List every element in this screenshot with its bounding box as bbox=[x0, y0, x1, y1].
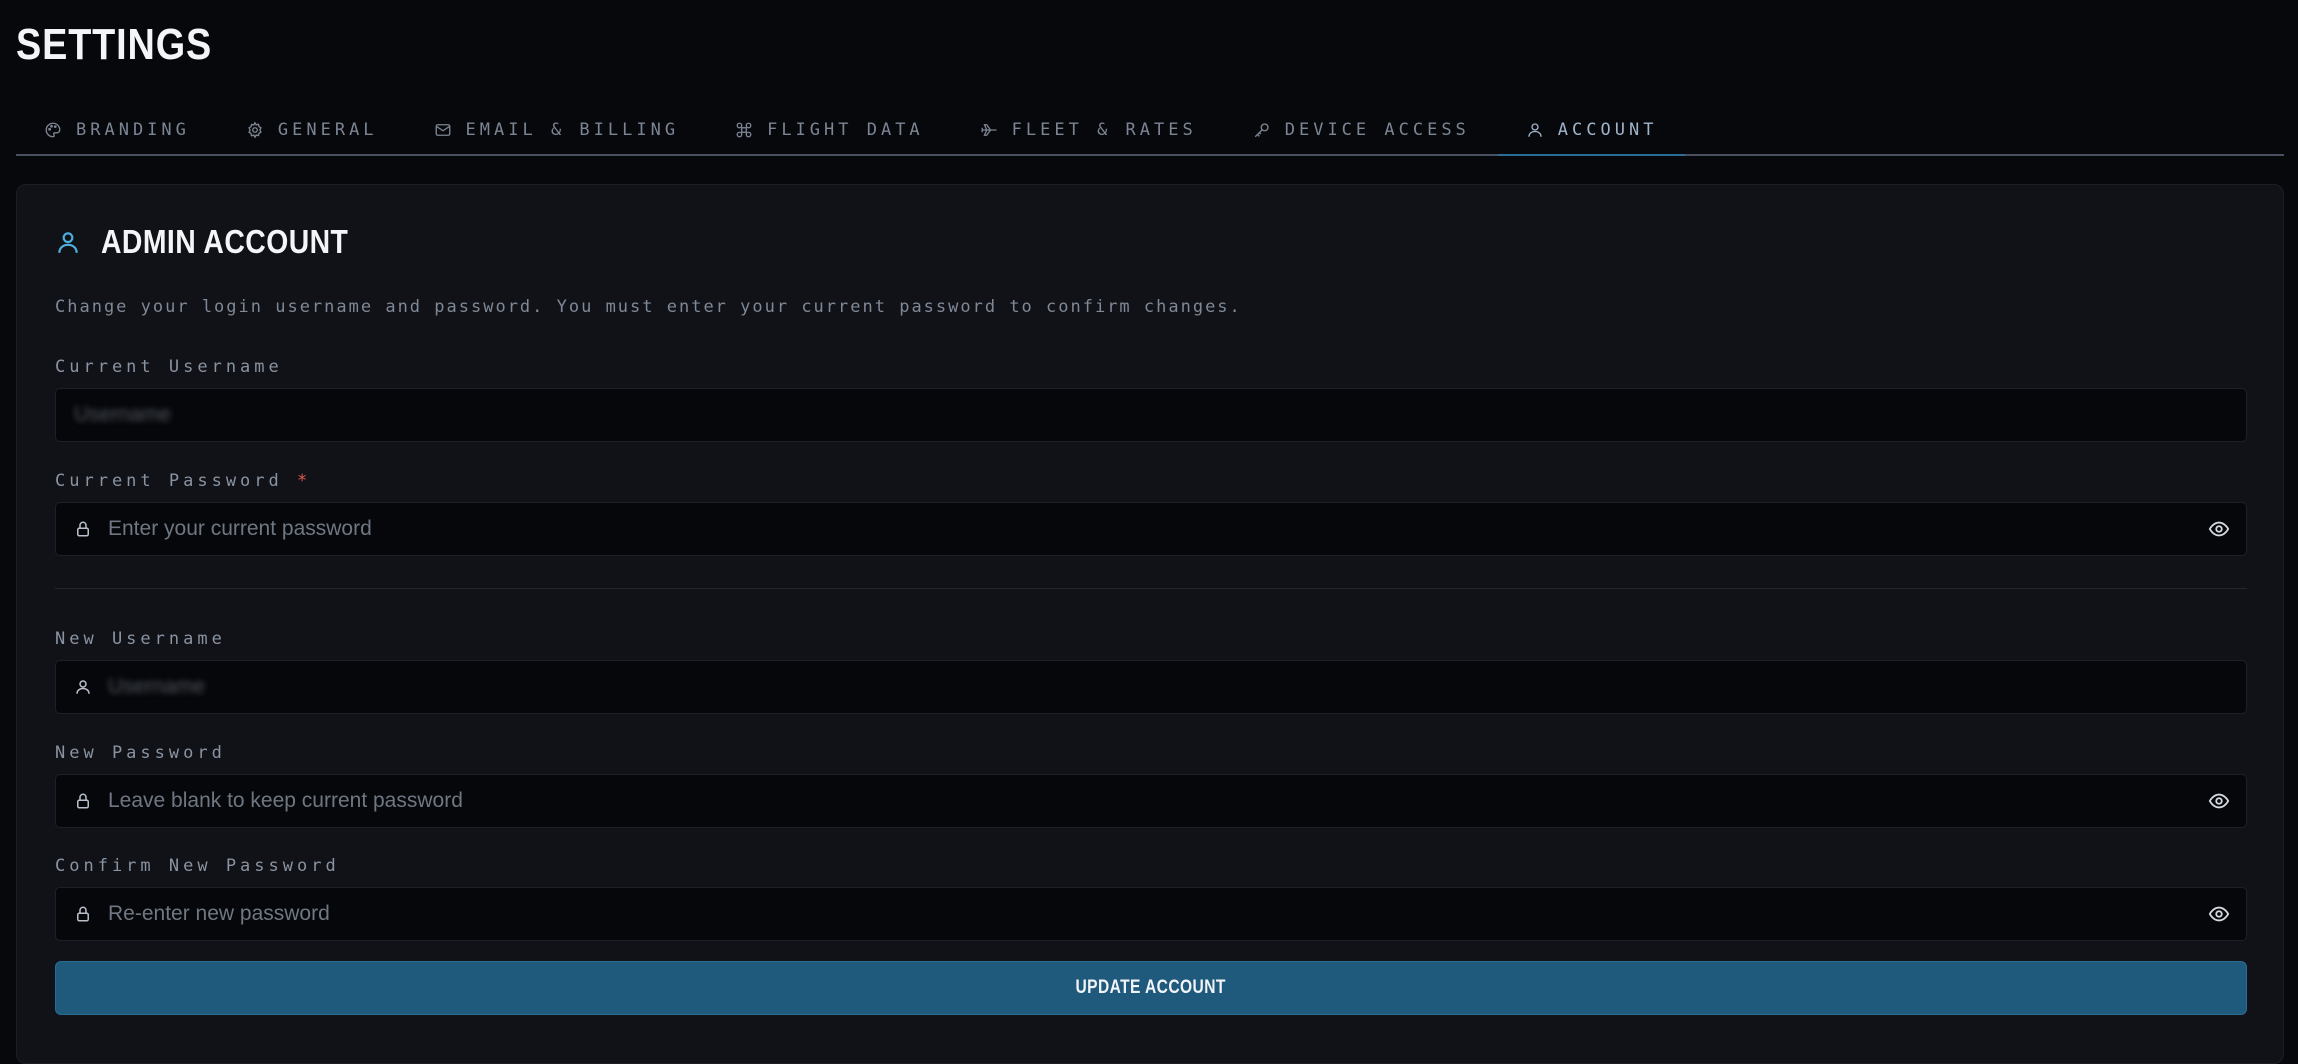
new-username-label: New Username bbox=[55, 629, 226, 649]
eye-icon[interactable] bbox=[2208, 790, 2230, 812]
tab-general[interactable]: GENERAL bbox=[218, 106, 406, 154]
confirm-password-field[interactable]: Re-enter new password bbox=[55, 887, 2247, 941]
current-password-label-text: Current Password bbox=[55, 471, 283, 491]
new-password-field[interactable]: Leave blank to keep current password bbox=[55, 774, 2247, 828]
current-username-field: Username bbox=[55, 388, 2247, 442]
confirm-password-placeholder: Re-enter new password bbox=[108, 902, 330, 925]
tab-label: EMAIL & BILLING bbox=[465, 120, 680, 140]
required-marker: * bbox=[297, 471, 312, 491]
tab-label: BRANDING bbox=[76, 120, 190, 140]
palette-icon bbox=[45, 122, 61, 138]
key-icon bbox=[1254, 123, 1269, 138]
panel-header: ADMIN ACCOUNT bbox=[55, 223, 389, 261]
confirm-password-label: Confirm New Password bbox=[55, 856, 340, 876]
user-icon bbox=[76, 680, 90, 694]
tab-label: ACCOUNT bbox=[1557, 120, 1658, 140]
page-title: SETTINGS bbox=[16, 20, 213, 69]
mail-icon bbox=[435, 124, 450, 136]
update-account-button[interactable]: UPDATE ACCOUNT bbox=[55, 961, 2247, 1015]
lock-icon bbox=[77, 906, 89, 922]
plane-icon bbox=[981, 124, 997, 136]
gear-icon bbox=[248, 121, 262, 139]
tab-flight-data[interactable]: FLIGHT DATA bbox=[707, 106, 952, 154]
new-password-label: New Password bbox=[55, 743, 226, 763]
new-username-value: Username bbox=[108, 675, 205, 698]
update-account-label: UPDATE ACCOUNT bbox=[1075, 977, 1227, 998]
current-username-label: Current Username bbox=[55, 357, 283, 377]
user-icon bbox=[58, 232, 78, 253]
new-username-field[interactable]: Username bbox=[55, 660, 2247, 714]
current-password-label: Current Password * bbox=[55, 471, 311, 491]
panel-description: Change your login username and password.… bbox=[55, 297, 1242, 317]
admin-account-panel: ADMIN ACCOUNT Change your login username… bbox=[16, 184, 2284, 1064]
lock-icon bbox=[77, 793, 89, 809]
tab-account[interactable]: ACCOUNT bbox=[1497, 106, 1686, 156]
divider bbox=[55, 588, 2247, 589]
tab-label: DEVICE ACCESS bbox=[1284, 120, 1470, 140]
current-password-field[interactable]: Enter your current password bbox=[55, 502, 2247, 556]
drone-icon bbox=[736, 122, 752, 138]
lock-icon bbox=[77, 521, 89, 537]
tab-label: GENERAL bbox=[277, 120, 378, 140]
settings-tabs: BRANDING GENERAL EMAIL & BILLING FLIGHT … bbox=[16, 106, 2284, 156]
tab-device-access[interactable]: DEVICE ACCESS bbox=[1225, 106, 1498, 154]
tab-email-billing[interactable]: EMAIL & BILLING bbox=[406, 106, 708, 154]
current-username-value: Username bbox=[74, 403, 171, 426]
tab-fleet-rates[interactable]: FLEET & RATES bbox=[952, 106, 1225, 154]
user-icon bbox=[1528, 123, 1542, 137]
tab-branding[interactable]: BRANDING bbox=[16, 106, 218, 154]
eye-icon[interactable] bbox=[2208, 518, 2230, 540]
current-password-placeholder: Enter your current password bbox=[108, 517, 372, 540]
panel-title: ADMIN ACCOUNT bbox=[101, 223, 349, 260]
tab-label: FLEET & RATES bbox=[1011, 120, 1197, 140]
eye-icon[interactable] bbox=[2208, 903, 2230, 925]
tab-label: FLIGHT DATA bbox=[767, 120, 924, 140]
new-password-placeholder: Leave blank to keep current password bbox=[108, 789, 463, 812]
